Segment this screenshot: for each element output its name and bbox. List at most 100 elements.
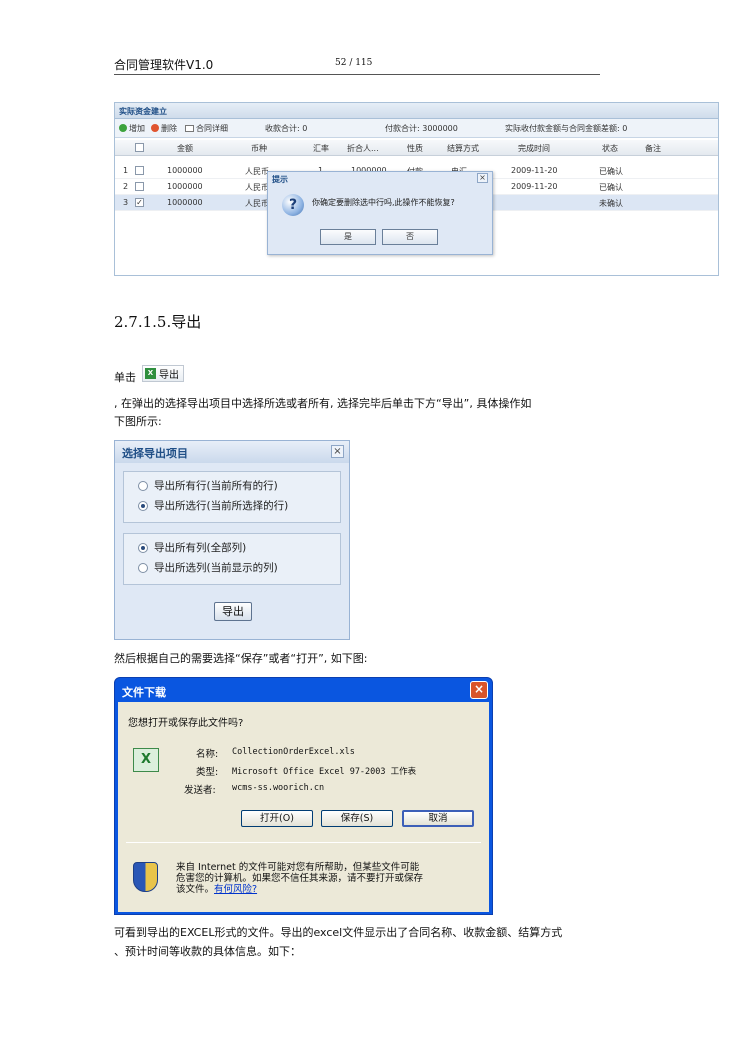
radio-button[interactable] bbox=[138, 562, 148, 573]
dialog-title: 提示 bbox=[272, 175, 288, 184]
result-line-2: 、预计时间等收款的具体信息。如下： bbox=[114, 945, 301, 958]
col-remark[interactable]: 备注 bbox=[645, 143, 661, 154]
amount-difference: 实际收付款金额与合同金额差额: 0 bbox=[505, 123, 628, 133]
contract-detail-button[interactable]: 合同详细 bbox=[185, 123, 228, 134]
grid-toolbar: 增加 删除 合同详细 收款合计: 0 付款合计: 3000000 实际收付款金额… bbox=[115, 119, 718, 138]
add-button[interactable]: 增加 bbox=[119, 123, 145, 134]
row-checkbox[interactable] bbox=[135, 182, 144, 191]
section-heading: 2.7.1.5.导出 bbox=[114, 313, 202, 331]
export-all-rows-option[interactable]: 导出所有行(当前所有的行) bbox=[138, 478, 278, 493]
detail-icon bbox=[185, 124, 194, 132]
header-title: 合同管理软件V1.0 bbox=[114, 58, 214, 72]
close-icon[interactable]: × bbox=[470, 681, 488, 699]
row-checkbox[interactable] bbox=[135, 166, 144, 175]
grid-header-row: 金额 币种 汇率 折合人... 性质 结算方式 完成时间 状态 备注 bbox=[115, 140, 718, 156]
select-export-dialog: 选择导出项目 × 导出所有行(当前所有的行) 导出所选行(当前所选择的行) 导出… bbox=[114, 440, 350, 640]
row-checkbox-checked[interactable]: ✓ bbox=[135, 198, 144, 207]
warning-line-1: 来自 Internet 的文件可能对您有所帮助，但某些文件可能 bbox=[176, 862, 420, 873]
click-prefix: 单击 bbox=[114, 371, 136, 384]
file-name: CollectionOrderExcel.xls bbox=[232, 747, 355, 757]
security-warning: 来自 Internet 的文件可能对您有所帮助，但某些文件可能 危害您的计算机。… bbox=[176, 862, 481, 895]
question-icon: ? bbox=[282, 194, 304, 216]
rows-fieldset: 导出所有行(当前所有的行) 导出所选行(当前所选择的行) bbox=[123, 471, 341, 523]
cell-amount: 1000000 bbox=[167, 182, 203, 191]
confirm-delete-dialog: 提示 × ? 你确定要删除选中行吗,此操作不能恢复? 是 否 bbox=[267, 171, 493, 255]
dialog-title: 选择导出项目 bbox=[115, 441, 349, 463]
select-all-checkbox[interactable] bbox=[135, 143, 144, 152]
cell-amount: 1000000 bbox=[167, 166, 203, 175]
option-label: 导出所选列(当前显示的列) bbox=[154, 562, 278, 574]
cell-time: 2009-11-20 bbox=[511, 182, 558, 191]
export-selected-rows-option[interactable]: 导出所选行(当前所选择的行) bbox=[138, 498, 288, 513]
sender-value: wcms-ss.woorich.cn bbox=[232, 783, 325, 793]
delete-icon bbox=[151, 124, 159, 132]
export-selected-columns-option[interactable]: 导出所选列(当前显示的列) bbox=[138, 560, 278, 575]
col-settlement[interactable]: 结算方式 bbox=[447, 143, 479, 154]
save-button[interactable]: 保存(S) bbox=[321, 810, 393, 827]
cell-time: 2009-11-20 bbox=[511, 166, 558, 175]
dialog-body: 您想打开或保存此文件吗? X 名称: CollectionOrderExcel.… bbox=[118, 702, 489, 912]
cell-status: 已确认 bbox=[599, 183, 623, 192]
export-button[interactable]: 导出 bbox=[214, 602, 252, 621]
radio-button[interactable] bbox=[138, 480, 148, 491]
excel-icon: X bbox=[145, 368, 156, 379]
warning-line-3: 该文件。有何风险? bbox=[176, 884, 481, 895]
dialog-message: 你确定要删除选中行吗,此操作不能恢复? bbox=[312, 198, 455, 207]
cell-status: 未确认 bbox=[599, 199, 623, 208]
grid-title: 实际资金建立 bbox=[115, 103, 718, 119]
page-number: 52 / 115 bbox=[335, 58, 373, 68]
export-all-columns-option[interactable]: 导出所有列(全部列) bbox=[138, 540, 246, 555]
radio-button-selected[interactable] bbox=[138, 500, 148, 511]
col-finish-time[interactable]: 完成时间 bbox=[518, 143, 550, 154]
question-text: 您想打开或保存此文件吗? bbox=[128, 718, 244, 729]
close-icon[interactable]: × bbox=[331, 445, 344, 458]
excel-file-icon: X bbox=[133, 748, 159, 772]
cell-amount: 1000000 bbox=[167, 198, 203, 207]
file-type: Microsoft Office Excel 97-2003 工作表 bbox=[232, 767, 417, 777]
paid-total: 付款合计: 3000000 bbox=[385, 123, 458, 133]
fund-grid-screenshot: 实际资金建立 增加 删除 合同详细 收款合计: 0 付款合计: 3000000 … bbox=[114, 102, 719, 276]
delete-label: 删除 bbox=[161, 123, 177, 133]
cell-currency: 人民币 bbox=[245, 199, 269, 208]
col-amount[interactable]: 金额 bbox=[177, 143, 193, 154]
name-label: 名称: bbox=[196, 749, 219, 760]
warning-line-2: 危害您的计算机。如果您不信任其来源，请不要打开或保存 bbox=[176, 873, 424, 884]
add-icon bbox=[119, 124, 127, 132]
row-number: 2 bbox=[123, 182, 129, 191]
security-shield-icon bbox=[133, 862, 158, 892]
col-rate[interactable]: 汇率 bbox=[313, 143, 329, 154]
export-button-label: 导出 bbox=[159, 370, 179, 381]
save-or-open-text: 然后根据自己的需要选择“保存”或者“打开”, 如下图: bbox=[114, 652, 368, 665]
type-label: 类型: bbox=[196, 767, 219, 778]
cancel-button[interactable]: 取消 bbox=[402, 810, 474, 827]
row-number: 3 bbox=[123, 198, 129, 207]
delete-button[interactable]: 删除 bbox=[151, 123, 177, 134]
sender-label: 发送者: bbox=[184, 785, 216, 796]
cell-currency: 人民币 bbox=[245, 183, 269, 192]
warning-line-3-text: 该文件。 bbox=[176, 884, 215, 895]
option-label: 导出所有行(当前所有的行) bbox=[154, 480, 278, 492]
col-currency[interactable]: 币种 bbox=[251, 143, 267, 154]
columns-fieldset: 导出所有列(全部列) 导出所选列(当前显示的列) bbox=[123, 533, 341, 585]
col-nature[interactable]: 性质 bbox=[407, 143, 423, 154]
instruction-line-1: , 在弹出的选择导出项目中选择所选或者所有, 选择完毕后单击下方“导出”, 具体… bbox=[114, 397, 532, 410]
detail-label: 合同详细 bbox=[196, 123, 228, 133]
risk-link[interactable]: 有何风险? bbox=[214, 884, 257, 895]
export-toolbar-button[interactable]: X 导出 bbox=[142, 365, 184, 382]
instruction-line-2: 下图所示: bbox=[114, 415, 162, 428]
open-button[interactable]: 打开(O) bbox=[241, 810, 313, 827]
file-download-dialog: 文件下载 × 您想打开或保存此文件吗? X 名称: CollectionOrde… bbox=[114, 677, 493, 915]
option-label: 导出所选行(当前所选择的行) bbox=[154, 500, 289, 512]
result-line-1: 可看到导出的EXCEL形式的文件。导出的excel文件显示出了合同名称、收款金额… bbox=[114, 926, 563, 939]
divider bbox=[126, 842, 481, 843]
row-number: 1 bbox=[123, 166, 129, 175]
dialog-title: 文件下载 bbox=[122, 686, 166, 699]
yes-button[interactable]: 是 bbox=[320, 229, 376, 245]
radio-button-selected[interactable] bbox=[138, 542, 148, 553]
col-converted[interactable]: 折合人... bbox=[347, 143, 379, 154]
close-icon[interactable]: × bbox=[477, 173, 488, 183]
add-label: 增加 bbox=[129, 123, 145, 133]
col-status[interactable]: 状态 bbox=[602, 143, 618, 154]
cell-currency: 人民币 bbox=[245, 167, 269, 176]
no-button[interactable]: 否 bbox=[382, 229, 438, 245]
